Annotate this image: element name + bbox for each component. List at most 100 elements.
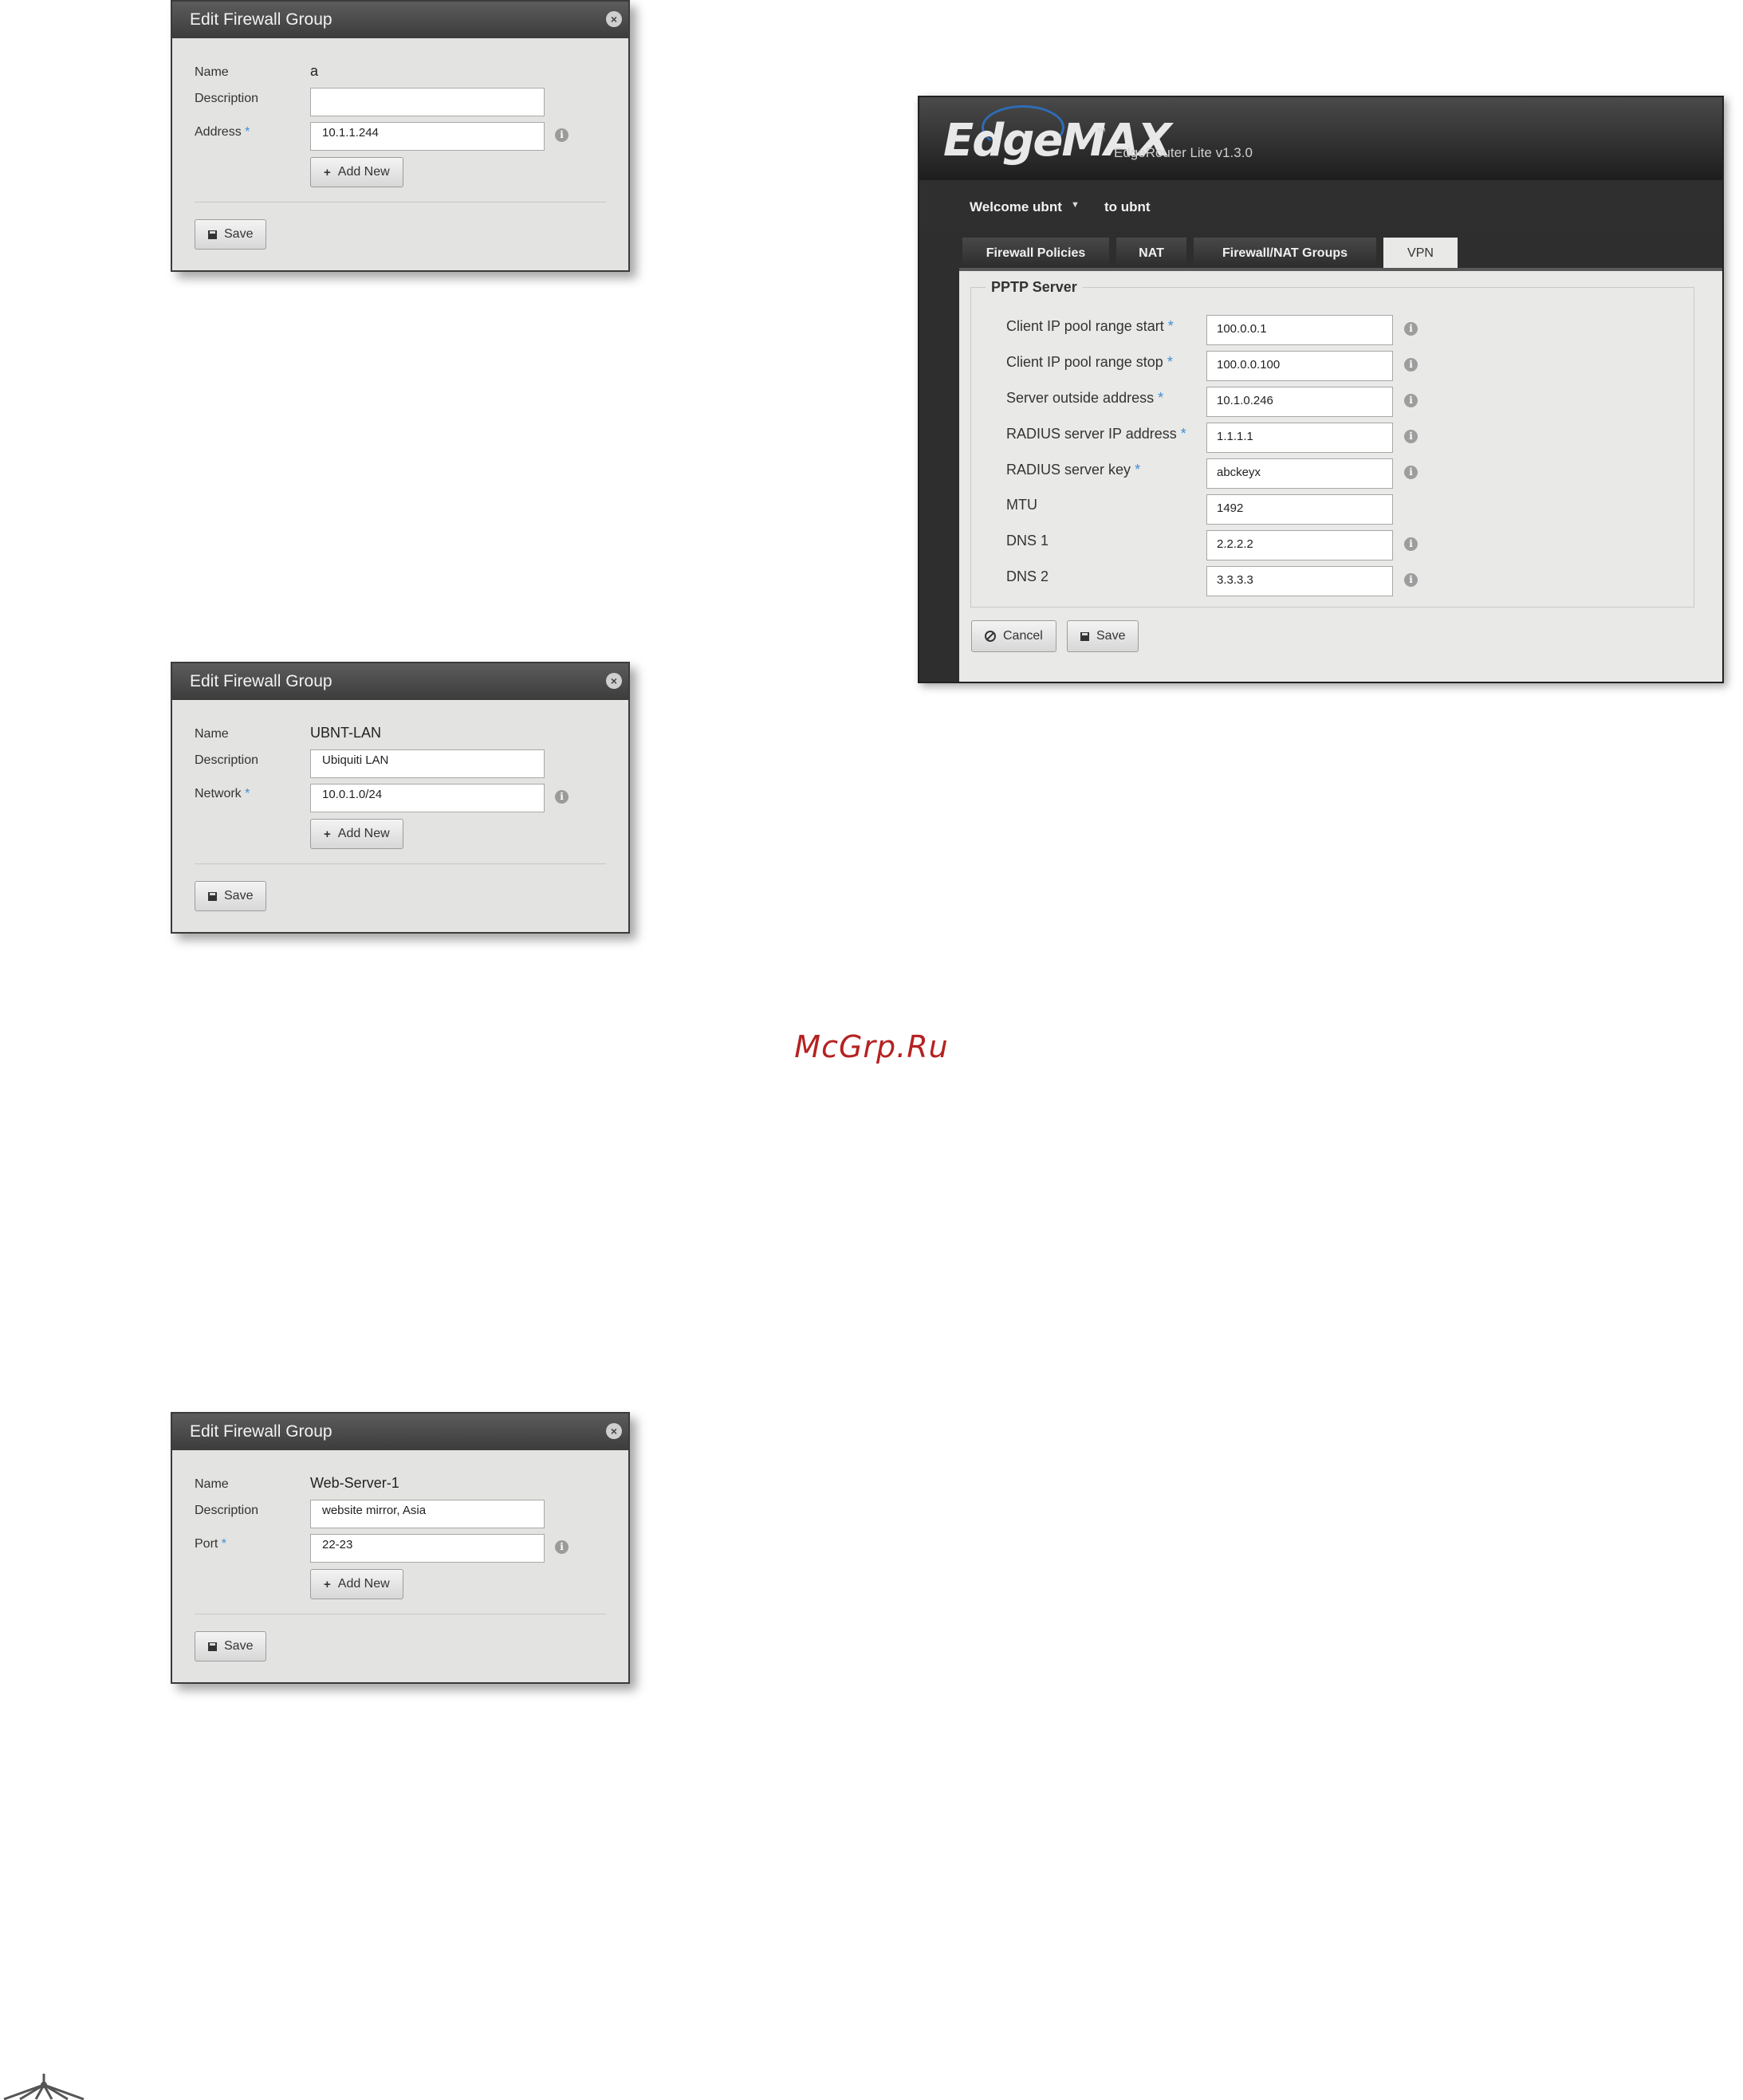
watermark: McGrp.Ru [794, 1029, 949, 1064]
save-button[interactable]: Save [195, 219, 267, 250]
description-input[interactable]: Ubiquiti LAN [310, 749, 545, 778]
description-label: Description [195, 92, 259, 105]
required-marker: * [1158, 390, 1164, 406]
plus-icon: + [324, 827, 331, 841]
pptp-server-section: PPTP Server Client IP pool range start *… [970, 279, 1694, 608]
info-icon[interactable]: i [1404, 430, 1418, 443]
mtu-label: MTU [1006, 497, 1037, 513]
edgemax-header: EdgeMAX ™ EdgeRouter Lite v1.3.0 [919, 97, 1722, 180]
plus-icon: + [324, 1577, 331, 1591]
dns2-input[interactable]: 3.3.3.3 [1206, 566, 1393, 596]
radius-server-key-input[interactable]: abckeyx [1206, 458, 1393, 489]
client-ip-pool-stop-label: Client IP pool range stop * [1006, 354, 1173, 371]
add-new-button[interactable]: + Add New [310, 157, 403, 187]
to-user-label: to ubnt [1104, 199, 1151, 214]
radius-server-key-label-text: RADIUS server key [1006, 462, 1131, 478]
chevron-down-icon[interactable]: ▼ [1071, 200, 1080, 210]
port-label: Port * [195, 1537, 226, 1551]
dns1-input[interactable]: 2.2.2.2 [1206, 530, 1393, 560]
server-outside-address-label: Server outside address * [1006, 390, 1163, 407]
mtu-input[interactable]: 1492 [1206, 494, 1393, 525]
address-input[interactable]: 10.1.1.244 [310, 122, 545, 151]
plus-icon: + [324, 165, 331, 179]
info-icon[interactable]: i [1404, 394, 1418, 407]
address-label-text: Address [195, 125, 242, 139]
required-marker: * [1180, 426, 1186, 442]
required-marker: * [1135, 462, 1141, 478]
save-label: Save [224, 227, 254, 241]
dialog-titlebar: Edit Firewall Group × [172, 663, 628, 700]
tab-nat[interactable]: NAT [1116, 238, 1186, 269]
trademark: ™ [1096, 126, 1106, 137]
description-label: Description [195, 753, 259, 767]
ubiquiti-logo-icon [3, 2074, 85, 2100]
info-icon[interactable]: i [555, 1540, 569, 1554]
tab-vpn[interactable]: VPN [1383, 238, 1458, 269]
required-marker: * [245, 787, 250, 800]
dialog-titlebar: Edit Firewall Group × [172, 2, 628, 38]
info-icon[interactable]: i [555, 790, 569, 804]
dialog-titlebar: Edit Firewall Group × [172, 1414, 628, 1450]
port-input[interactable]: 22-23 [310, 1534, 545, 1563]
description-input[interactable] [310, 88, 545, 116]
save-disk-icon [208, 230, 217, 239]
description-label: Description [195, 1504, 259, 1517]
info-icon[interactable]: i [1404, 466, 1418, 479]
welcome-user-menu[interactable]: Welcome ubnt [970, 199, 1062, 215]
radius-server-ip-input[interactable]: 1.1.1.1 [1206, 423, 1393, 453]
edit-firewall-group-dialog-port: Edit Firewall Group × Name Web-Server-1 … [171, 1412, 630, 1684]
add-new-button[interactable]: + Add New [310, 819, 403, 849]
save-button[interactable]: Save [1067, 620, 1139, 652]
dns1-label: DNS 1 [1006, 533, 1049, 549]
info-icon[interactable]: i [1404, 573, 1418, 587]
required-marker: * [221, 1537, 227, 1551]
client-ip-pool-stop-label-text: Client IP pool range stop [1006, 354, 1163, 370]
client-ip-pool-start-label-text: Client IP pool range start [1006, 318, 1164, 334]
dns2-label: DNS 2 [1006, 568, 1049, 584]
close-icon[interactable]: × [606, 673, 622, 689]
save-button[interactable]: Save [195, 1631, 267, 1662]
edit-firewall-group-dialog-network: Edit Firewall Group × Name UBNT-LAN Desc… [171, 662, 630, 934]
pptp-server-title: PPTP Server [991, 279, 1077, 295]
save-label: Save [224, 889, 254, 903]
info-icon[interactable]: i [555, 128, 569, 142]
required-marker: * [245, 125, 250, 139]
dialog-title: Edit Firewall Group [190, 1422, 332, 1441]
server-outside-address-label-text: Server outside address [1006, 390, 1155, 406]
client-ip-pool-stop-input[interactable]: 100.0.0.100 [1206, 351, 1393, 381]
add-new-button[interactable]: + Add New [310, 1569, 403, 1599]
name-label: Name [195, 1477, 229, 1491]
network-input[interactable]: 10.0.1.0/24 [310, 784, 545, 812]
info-icon[interactable]: i [1404, 322, 1418, 336]
radius-server-ip-label: RADIUS server IP address * [1006, 426, 1186, 442]
info-icon[interactable]: i [1404, 537, 1418, 551]
network-label-text: Network [195, 787, 242, 800]
radius-server-key-label: RADIUS server key * [1006, 462, 1140, 478]
edit-firewall-group-dialog-address: Edit Firewall Group × Name a Description… [171, 0, 630, 272]
save-disk-icon [1080, 631, 1089, 641]
client-ip-pool-start-label: Client IP pool range start * [1006, 318, 1174, 335]
description-input[interactable]: website mirror, Asia [310, 1500, 545, 1528]
info-icon[interactable]: i [1404, 358, 1418, 372]
save-label: Save [224, 1639, 254, 1653]
name-label: Name [195, 727, 229, 741]
close-icon[interactable]: × [606, 11, 622, 27]
server-outside-address-input[interactable]: 10.1.0.246 [1206, 387, 1393, 417]
tab-firewall-policies[interactable]: Firewall Policies [962, 238, 1109, 269]
close-icon[interactable]: × [606, 1423, 622, 1439]
name-label: Name [195, 65, 229, 79]
client-ip-pool-start-input[interactable]: 100.0.0.1 [1206, 315, 1393, 345]
required-marker: * [1167, 318, 1174, 334]
edgemax-window: EdgeMAX ™ EdgeRouter Lite v1.3.0 Welcome… [918, 96, 1724, 683]
save-button[interactable]: Save [195, 881, 267, 911]
vpn-panel: PPTP Server Client IP pool range start *… [959, 268, 1722, 682]
tab-firewall-nat-groups[interactable]: Firewall/NAT Groups [1194, 238, 1376, 269]
address-label: Address * [195, 125, 250, 140]
cancel-label: Cancel [1003, 629, 1043, 643]
router-model: EdgeRouter Lite v1.3.0 [1114, 145, 1253, 160]
required-marker: * [1167, 354, 1173, 370]
dialog-title: Edit Firewall Group [190, 672, 332, 690]
cancel-button[interactable]: Cancel [971, 620, 1056, 652]
name-value: Web-Server-1 [310, 1475, 399, 1491]
save-label: Save [1096, 629, 1126, 643]
